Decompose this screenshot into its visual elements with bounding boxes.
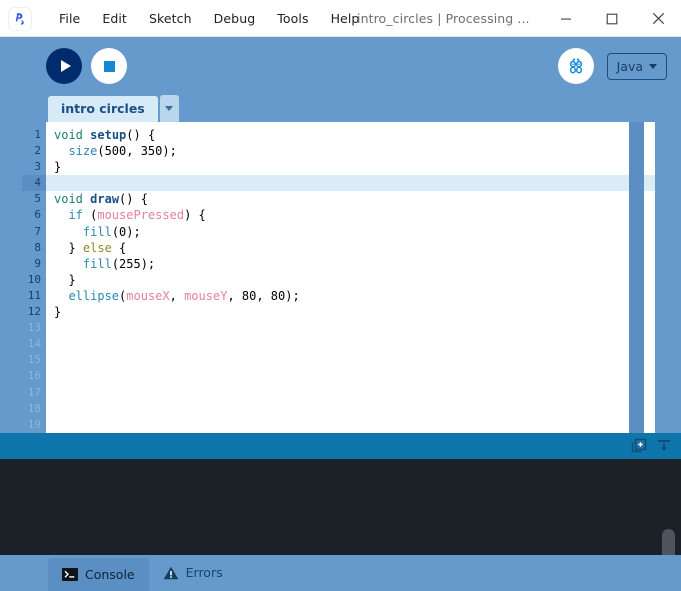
line-number: 19 — [27, 417, 41, 431]
sketch-tab-strip: intro circles — [0, 95, 681, 122]
code-line[interactable]: void draw() { — [46, 191, 655, 207]
line-number: 17 — [27, 385, 41, 399]
chevron-down-icon — [649, 63, 657, 69]
code-line[interactable]: fill(255); — [46, 256, 655, 272]
line-number: 6 — [34, 208, 41, 222]
menu-debug[interactable]: Debug — [203, 7, 267, 30]
line-number: 9 — [34, 256, 41, 270]
code-line[interactable]: if (mousePressed) { — [46, 207, 655, 223]
line-number: 7 — [34, 224, 41, 238]
window-title: intro_circles | Processing ... — [357, 11, 530, 26]
line-number-gutter: 1 2 3 4 5 6 7 8 9 10 11 12 13 14 15 16 17 18 19 — [22, 122, 46, 433]
code-line[interactable]: } — [46, 159, 655, 175]
line-number: 1 — [34, 128, 41, 141]
tab-console[interactable]: Console — [48, 558, 149, 591]
line-number: 14 — [27, 337, 41, 351]
tab-menu-button[interactable] — [159, 95, 179, 122]
debug-button[interactable] — [557, 48, 594, 84]
code-line[interactable]: void setup() { — [46, 127, 655, 143]
mode-selector-button[interactable]: Java — [606, 52, 667, 80]
menu-sketch[interactable]: Sketch — [138, 7, 203, 30]
menu-edit[interactable]: Edit — [91, 7, 138, 30]
menu-tools[interactable]: Tools — [266, 7, 319, 30]
line-number: 4 — [22, 175, 46, 192]
run-button[interactable] — [46, 48, 82, 84]
window-controls — [543, 0, 681, 37]
line-number: 16 — [27, 369, 41, 383]
console-header-bar — [0, 432, 681, 459]
bottom-tab-bar: Console Errors — [0, 555, 681, 591]
maximize-button[interactable] — [589, 0, 635, 37]
line-number: 15 — [27, 353, 41, 367]
line-number: 18 — [27, 401, 41, 415]
line-number: 11 — [27, 288, 41, 302]
stop-icon — [103, 60, 115, 72]
code-line[interactable]: } else { — [46, 240, 655, 256]
line-number: 8 — [34, 240, 41, 254]
menu-file[interactable]: File — [48, 7, 91, 30]
minimize-button[interactable] — [543, 0, 589, 37]
tab-errors-label: Errors — [185, 565, 223, 580]
tab-errors[interactable]: Errors — [149, 555, 237, 591]
debug-bug-icon — [569, 58, 582, 74]
processing-logo-icon — [9, 7, 31, 30]
editor-scrollbar[interactable] — [629, 122, 644, 433]
editor-area: 1 2 3 4 5 6 7 8 9 10 11 12 13 14 15 16 17 18 19 void setup… — [0, 122, 681, 433]
tab-console-label: Console — [85, 566, 135, 582]
line-number: 5 — [34, 192, 41, 206]
sketch-tab-intro-circles[interactable]: intro circles — [48, 96, 158, 122]
code-line[interactable]: ellipse(mouseX, mouseY, 80, 80); — [46, 288, 655, 304]
menu-bar: File Edit Sketch Debug Tools Help — [48, 7, 370, 30]
terminal-icon — [62, 568, 78, 581]
line-number: 10 — [27, 272, 41, 286]
line-number: 12 — [27, 305, 41, 319]
code-line[interactable]: size(500, 350); — [46, 143, 655, 159]
toolbar-right-group: Java — [557, 48, 667, 84]
mode-selector-label: Java — [616, 58, 643, 74]
stop-button[interactable] — [91, 48, 127, 84]
play-icon — [60, 60, 71, 72]
code-line[interactable]: fill(0); — [46, 224, 655, 240]
toolbar: Java — [0, 37, 681, 95]
processing-ide-window: File Edit Sketch Debug Tools Help intro_… — [0, 0, 681, 591]
code-line[interactable] — [46, 175, 655, 192]
code-line[interactable]: } — [46, 272, 655, 288]
code-editor[interactable]: 1 2 3 4 5 6 7 8 9 10 11 12 13 14 15 16 17 18 19 void setup… — [22, 122, 655, 433]
new-window-icon[interactable] — [629, 436, 649, 456]
line-number: 3 — [34, 160, 41, 174]
chevron-down-icon — [165, 106, 174, 111]
line-number: 13 — [27, 321, 41, 335]
code-line[interactable]: } — [46, 304, 655, 320]
console-scrollbar-thumb[interactable] — [662, 528, 675, 555]
code-content[interactable]: void setup() { size(500, 350);} void dra… — [46, 122, 655, 433]
title-bar: File Edit Sketch Debug Tools Help intro_… — [0, 0, 681, 37]
close-button[interactable] — [635, 0, 681, 37]
warning-icon — [163, 566, 179, 580]
console-output[interactable] — [0, 458, 681, 555]
line-number: 2 — [34, 144, 41, 158]
scroll-to-end-icon[interactable] — [654, 436, 674, 456]
